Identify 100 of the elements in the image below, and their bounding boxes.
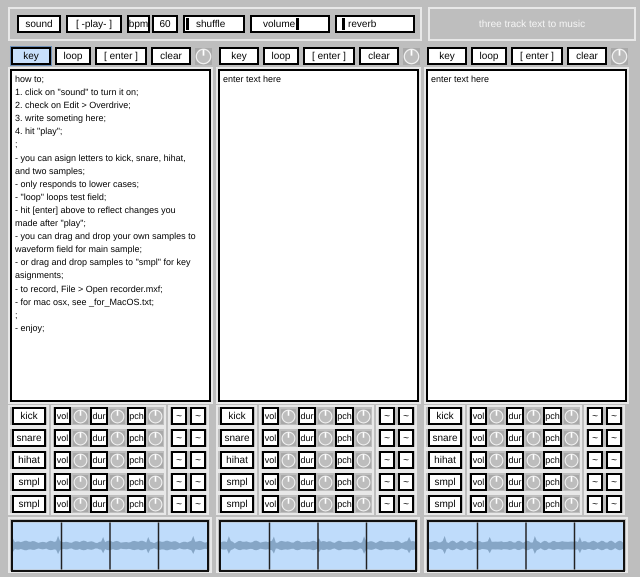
knob-icon[interactable] xyxy=(356,474,371,490)
knob-icon[interactable] xyxy=(110,474,125,490)
waveform-drawing[interactable] xyxy=(427,520,625,572)
knob-icon[interactable] xyxy=(564,474,579,490)
sample-button[interactable]: smpl xyxy=(220,495,254,513)
sample-button[interactable]: smpl xyxy=(12,495,46,513)
tilde-button[interactable]: ~ xyxy=(587,495,603,513)
tilde-button[interactable]: ~ xyxy=(190,473,206,491)
knob-icon[interactable] xyxy=(318,474,333,490)
track-button[interactable]: loop xyxy=(471,47,507,65)
knob-icon[interactable] xyxy=(281,408,296,424)
slider[interactable]: reverb xyxy=(335,15,415,33)
tilde-button[interactable]: ~ xyxy=(171,473,187,491)
tilde-button[interactable]: ~ xyxy=(606,495,622,513)
knob-icon[interactable] xyxy=(564,430,579,446)
tilde-button[interactable]: ~ xyxy=(190,495,206,513)
knob-icon[interactable] xyxy=(489,496,504,512)
sample-button[interactable]: smpl xyxy=(428,473,462,491)
tilde-button[interactable]: ~ xyxy=(190,451,206,469)
sample-button[interactable]: smpl xyxy=(220,473,254,491)
tilde-button[interactable]: ~ xyxy=(398,407,414,425)
knob-icon[interactable] xyxy=(403,48,420,64)
tilde-button[interactable]: ~ xyxy=(379,407,395,425)
text-field[interactable]: enter text here xyxy=(426,69,627,402)
knob-icon[interactable] xyxy=(281,496,296,512)
knob-icon[interactable] xyxy=(195,48,212,64)
bpm-field[interactable]: 60 xyxy=(152,15,178,33)
text-field[interactable]: how to; 1. click on "sound" to turn it on; 2. check on Edit > Overdrive; 3. write someting here; 4. hit "play"; ; - you can asign letters to kick, snare, hihat, and two samples; - only responds to lower cases; - "loop" loops test field; - hit [enter] above to reflect changes you made after "play"; - you can drag and drop your own samples to waveform field for main sample; - or drag and drop samples to "smpl" for key asignments; - to record, File > Open recorder.mxf; - for mac osx, see _for_MacOS.txt; ; - enjoy; xyxy=(10,69,211,402)
knob-icon[interactable] xyxy=(356,430,371,446)
tilde-button[interactable]: ~ xyxy=(587,473,603,491)
sound-button[interactable]: sound xyxy=(17,15,61,33)
sample-button[interactable]: kick xyxy=(428,407,462,425)
knob-icon[interactable] xyxy=(489,408,504,424)
knob-icon[interactable] xyxy=(148,496,163,512)
tilde-button[interactable]: ~ xyxy=(398,473,414,491)
tilde-button[interactable]: ~ xyxy=(379,429,395,447)
knob-icon[interactable] xyxy=(318,408,333,424)
knob-icon[interactable] xyxy=(526,452,541,468)
tilde-button[interactable]: ~ xyxy=(606,451,622,469)
track-button[interactable]: [ enter ] xyxy=(511,47,563,65)
knob-icon[interactable] xyxy=(526,408,541,424)
knob-icon[interactable] xyxy=(564,452,579,468)
knob-icon[interactable] xyxy=(318,430,333,446)
tilde-button[interactable]: ~ xyxy=(379,451,395,469)
tilde-button[interactable]: ~ xyxy=(190,429,206,447)
slider-thumb[interactable] xyxy=(186,18,189,30)
tilde-button[interactable]: ~ xyxy=(190,407,206,425)
sample-button[interactable]: hihat xyxy=(220,451,254,469)
knob-icon[interactable] xyxy=(73,408,88,424)
tilde-button[interactable]: ~ xyxy=(171,429,187,447)
knob-icon[interactable] xyxy=(318,452,333,468)
sample-button[interactable]: kick xyxy=(220,407,254,425)
track-button[interactable]: clear xyxy=(151,47,191,65)
tilde-button[interactable]: ~ xyxy=(171,451,187,469)
tilde-button[interactable]: ~ xyxy=(398,429,414,447)
track-button[interactable]: key xyxy=(219,47,259,65)
tilde-button[interactable]: ~ xyxy=(587,407,603,425)
text-field[interactable]: enter text here xyxy=(218,69,419,402)
tilde-button[interactable]: ~ xyxy=(606,429,622,447)
tilde-button[interactable]: ~ xyxy=(398,451,414,469)
sample-button[interactable]: smpl xyxy=(12,473,46,491)
slider[interactable]: shuffle xyxy=(183,15,245,33)
tilde-button[interactable]: ~ xyxy=(171,407,187,425)
knob-icon[interactable] xyxy=(526,474,541,490)
knob-icon[interactable] xyxy=(564,408,579,424)
knob-icon[interactable] xyxy=(110,430,125,446)
sample-button[interactable]: hihat xyxy=(428,451,462,469)
knob-icon[interactable] xyxy=(281,430,296,446)
slider-thumb[interactable] xyxy=(342,18,345,30)
track-button[interactable]: clear xyxy=(567,47,607,65)
slider[interactable]: volume xyxy=(250,15,330,33)
knob-icon[interactable] xyxy=(110,496,125,512)
knob-icon[interactable] xyxy=(489,452,504,468)
knob-icon[interactable] xyxy=(318,496,333,512)
track-button[interactable]: key xyxy=(11,47,51,65)
sample-button[interactable]: snare xyxy=(12,429,46,447)
knob-icon[interactable] xyxy=(526,496,541,512)
knob-icon[interactable] xyxy=(356,496,371,512)
tilde-button[interactable]: ~ xyxy=(587,429,603,447)
sample-button[interactable]: smpl xyxy=(428,495,462,513)
knob-icon[interactable] xyxy=(564,496,579,512)
tilde-button[interactable]: ~ xyxy=(379,495,395,513)
knob-icon[interactable] xyxy=(148,408,163,424)
knob-icon[interactable] xyxy=(356,408,371,424)
knob-icon[interactable] xyxy=(148,474,163,490)
track-button[interactable]: clear xyxy=(359,47,399,65)
knob-icon[interactable] xyxy=(73,496,88,512)
track-button[interactable]: loop xyxy=(55,47,91,65)
waveform-drawing[interactable] xyxy=(11,520,209,572)
sample-button[interactable]: hihat xyxy=(12,451,46,469)
tilde-button[interactable]: ~ xyxy=(379,473,395,491)
waveform-drawing[interactable] xyxy=(219,520,417,572)
sample-button[interactable]: kick xyxy=(12,407,46,425)
sample-button[interactable]: snare xyxy=(428,429,462,447)
knob-icon[interactable] xyxy=(148,430,163,446)
knob-icon[interactable] xyxy=(73,474,88,490)
track-button[interactable]: [ enter ] xyxy=(95,47,147,65)
knob-icon[interactable] xyxy=(489,474,504,490)
knob-icon[interactable] xyxy=(110,408,125,424)
slider-thumb[interactable] xyxy=(296,18,300,30)
